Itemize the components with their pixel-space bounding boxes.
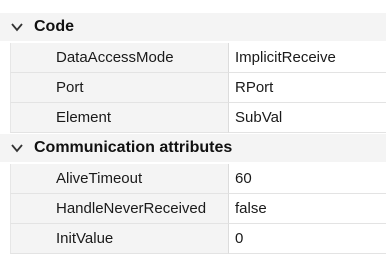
property-name: HandleNeverReceived: [10, 194, 229, 224]
property-value[interactable]: RPort: [229, 73, 386, 103]
section-header-communication-attributes[interactable]: Communication attributes: [0, 134, 386, 162]
chevron-down-icon[interactable]: [10, 20, 24, 34]
property-value[interactable]: ImplicitReceive: [229, 43, 386, 73]
property-row[interactable]: HandleNeverReceived false: [10, 194, 386, 224]
property-name: AliveTimeout: [10, 164, 229, 194]
property-value[interactable]: 0: [229, 224, 386, 254]
property-name: Port: [10, 73, 229, 103]
property-row[interactable]: DataAccessMode ImplicitReceive: [10, 43, 386, 73]
property-name: Element: [10, 103, 229, 133]
property-name: DataAccessMode: [10, 43, 229, 73]
property-row[interactable]: Port RPort: [10, 73, 386, 103]
chevron-down-icon[interactable]: [10, 141, 24, 155]
section-header-code[interactable]: Code: [0, 13, 386, 41]
property-grid: Code DataAccessMode ImplicitReceive Port…: [0, 0, 386, 254]
property-value[interactable]: SubVal: [229, 103, 386, 133]
property-row[interactable]: InitValue 0: [10, 224, 386, 254]
property-row[interactable]: AliveTimeout 60: [10, 164, 386, 194]
section-title: Code: [34, 18, 74, 35]
property-value[interactable]: 60: [229, 164, 386, 194]
property-row[interactable]: Element SubVal: [10, 103, 386, 133]
property-name: InitValue: [10, 224, 229, 254]
section-title: Communication attributes: [34, 139, 233, 156]
property-value[interactable]: false: [229, 194, 386, 224]
